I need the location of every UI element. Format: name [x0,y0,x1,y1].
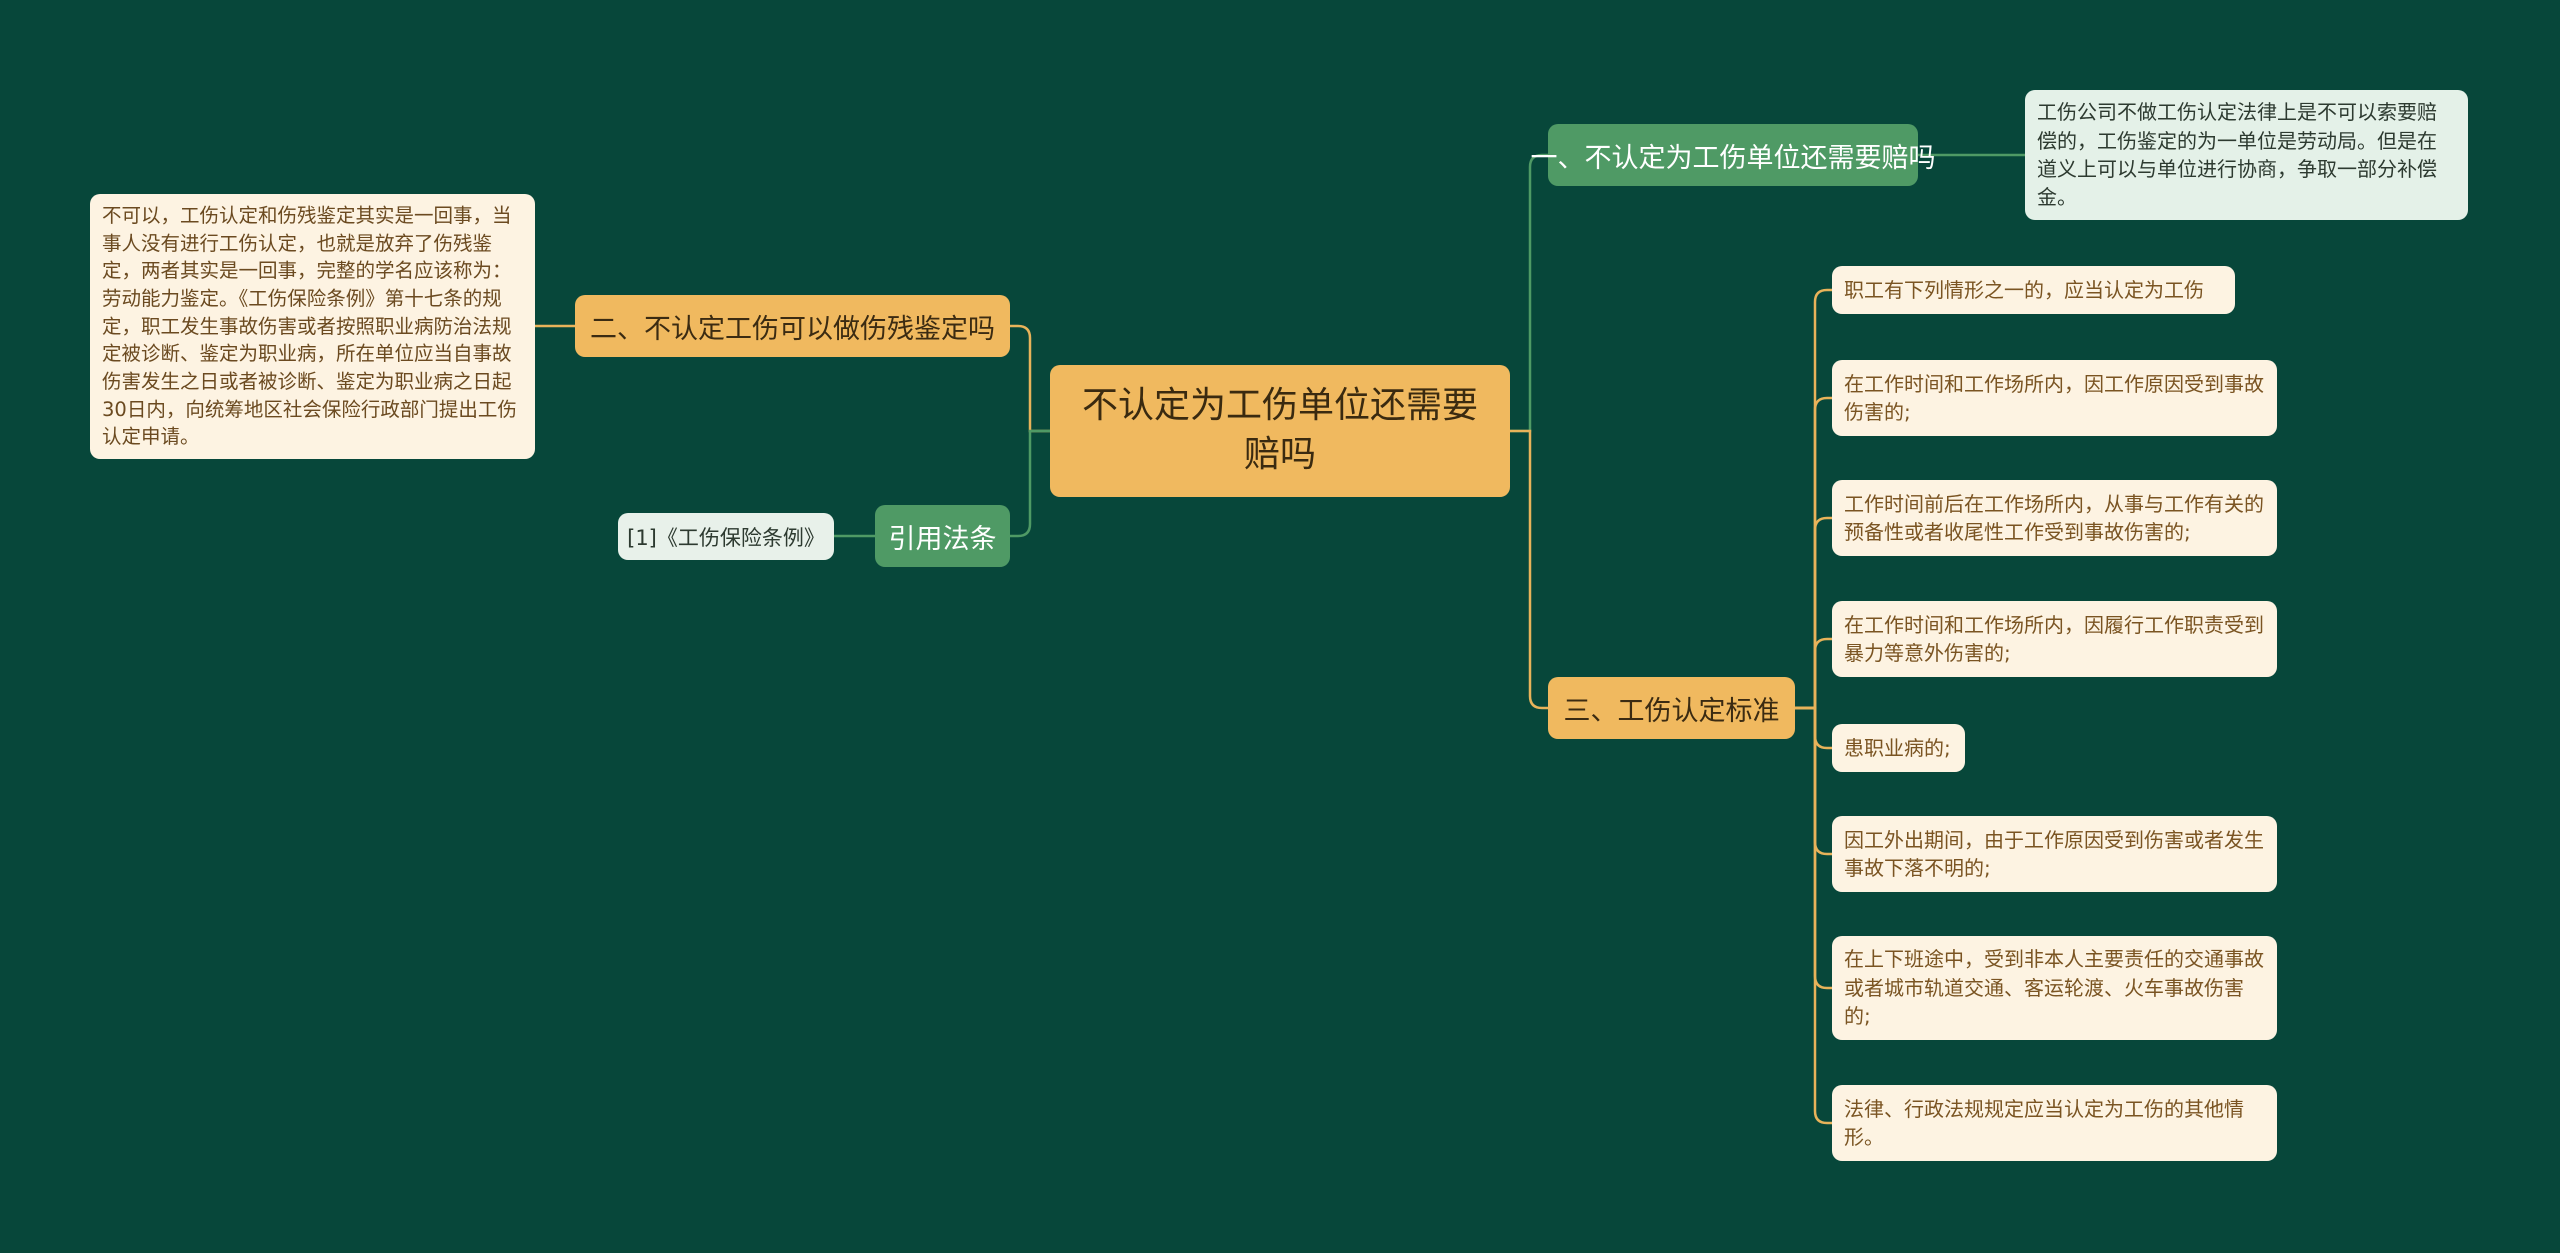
standard-item-text: 在工作时间和工作场所内，因工作原因受到事故伤害的; [1844,371,2264,424]
standard-item[interactable]: 职工有下列情形之一的，应当认定为工伤 [1832,266,2235,314]
detail-text: 不可以，工伤认定和伤残鉴定其实是一回事，当事人没有进行工伤认定，也就是放弃了伤残… [102,203,517,449]
branch-label: 二、不认定工伤可以做伤残鉴定吗 [590,313,995,345]
branch-2-detail[interactable]: 不可以，工伤认定和伤残鉴定其实是一回事，当事人没有进行工伤认定，也就是放弃了伤残… [90,194,535,459]
link-root-branch3 [1510,429,1548,710]
branch-disability-assessment[interactable]: 二、不认定工伤可以做伤残鉴定吗 [575,295,1010,357]
standard-item[interactable]: 工作时间前后在工作场所内，从事与工作有关的预备性或者收尾性工作受到事故伤害的; [1832,480,2277,556]
standard-item-text: 患职业病的; [1844,735,1951,760]
link-root-branch1 [1510,153,1548,433]
branch-label: 引用法条 [888,523,997,555]
mindmap-canvas: 不认定为工伤单位还需要赔吗 一、不认定为工伤单位还需要赔吗 工伤公司不做工伤认定… [0,0,2560,1253]
branch-work-injury-standards[interactable]: 三、工伤认定标准 [1548,677,1795,739]
branch-not-recognized-compensation[interactable]: 一、不认定为工伤单位还需要赔吗 [1531,124,1936,186]
detail-text: 工伤公司不做工伤认定法律上是不可以索要赔偿的，工伤鉴定的为一单位是劳动局。但是在… [2037,100,2437,210]
standard-item[interactable]: 在工作时间和工作场所内，因履行工作职责受到暴力等意外伤害的; [1832,601,2277,677]
standard-item-text: 因工外出期间，由于工作原因受到伤害或者发生事故下落不明的; [1844,827,2264,880]
link-branch3-item [1795,516,1832,710]
link-branch3-item [1795,637,1832,710]
standard-item[interactable]: 在上下班途中，受到非本人主要责任的交通事故或者城市轨道交通、客运轮渡、火车事故伤… [1832,936,2277,1040]
root-topic[interactable]: 不认定为工伤单位还需要赔吗 [1050,365,1510,497]
branch-1-detail[interactable]: 工伤公司不做工伤认定法律上是不可以索要赔偿的，工伤鉴定的为一单位是劳动局。但是在… [2025,90,2468,220]
branch-label: 一、不认定为工伤单位还需要赔吗 [1530,142,1936,174]
standard-item-text: 法律、行政法规规定应当认定为工伤的其他情形。 [1844,1096,2244,1149]
standard-item[interactable]: 因工外出期间，由于工作原因受到伤害或者发生事故下落不明的; [1832,816,2277,892]
standard-item[interactable]: 法律、行政法规规定应当认定为工伤的其他情形。 [1832,1085,2277,1161]
standard-item[interactable]: 患职业病的; [1832,724,1965,772]
branch-cited-laws[interactable]: 引用法条 [875,505,1010,567]
standard-item-text: 在上下班途中，受到非本人主要责任的交通事故或者城市轨道交通、客运轮渡、火车事故伤… [1844,947,2264,1029]
link-branch3-item [1795,706,1832,856]
branch-label: 三、工伤认定标准 [1563,695,1780,727]
link-branch3-item [1795,288,1832,710]
standard-item-text: 工作时间前后在工作场所内，从事与工作有关的预备性或者收尾性工作受到事故伤害的; [1844,491,2264,544]
standard-item-text: 职工有下列情形之一的，应当认定为工伤 [1844,277,2204,302]
cited-law-item[interactable]: [1]《工伤保险条例》 [618,513,834,560]
root-topic-label: 不认定为工伤单位还需要赔吗 [1081,385,1478,475]
link-branch3-item [1795,706,1832,750]
link-branch3-item [1795,396,1832,710]
standard-item[interactable]: 在工作时间和工作场所内，因工作原因受到事故伤害的; [1832,360,2277,436]
link-branch3-item [1795,706,1832,990]
link-root-refs [1010,429,1050,538]
cited-law-label: [1]《工伤保险条例》 [627,525,825,550]
standard-item-text: 在工作时间和工作场所内，因履行工作职责受到暴力等意外伤害的; [1844,612,2264,665]
link-root-branch2 [1010,324,1050,433]
link-branch3-item [1795,706,1832,1125]
